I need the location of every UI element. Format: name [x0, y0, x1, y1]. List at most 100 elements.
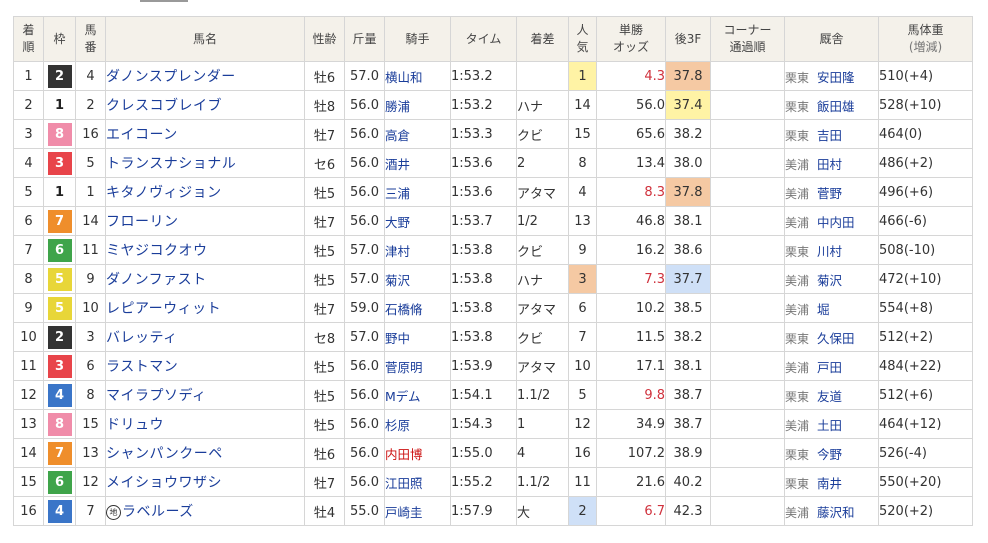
trainer-link[interactable]: 飯田雄 — [817, 99, 855, 114]
header-trainer[interactable]: 厩舎 — [784, 16, 879, 62]
trainer-link[interactable]: 吉田 — [817, 128, 842, 143]
cell-corner — [710, 351, 785, 381]
trainer-link[interactable]: 菅野 — [817, 186, 842, 201]
cell-corner — [710, 496, 785, 526]
cell-sexage: 牡5 — [304, 235, 345, 265]
jockey-link[interactable]: 酒井 — [385, 157, 410, 172]
trainer-link[interactable]: 中内田 — [817, 215, 855, 230]
cell-margin: クビ — [516, 119, 569, 149]
trainer-link[interactable]: 菊沢 — [817, 273, 842, 288]
waku-badge: 2 — [47, 64, 72, 88]
jockey-link[interactable]: 横山和 — [385, 70, 423, 85]
cell-corner — [710, 293, 785, 323]
cell-jockey: 勝浦 — [384, 90, 451, 120]
header-umaban[interactable]: 馬番 — [75, 16, 106, 62]
jockey-link[interactable]: Mデム — [385, 389, 421, 404]
horse-name-link[interactable]: ダノンファスト — [106, 272, 207, 288]
jockey-link[interactable]: 戸崎圭 — [385, 505, 423, 520]
header-sexage[interactable]: 性齢 — [304, 16, 345, 62]
cell-horse: レピアーウィット — [105, 293, 305, 323]
trainer-link[interactable]: 土田 — [817, 418, 842, 433]
jockey-link[interactable]: 津村 — [385, 244, 410, 259]
cell-waku: 2 — [43, 322, 76, 352]
header-bodyweight-sub: (増減) — [908, 40, 943, 54]
cell-horse: シャンパンクーペ — [105, 438, 305, 468]
cell-popularity: 5 — [568, 380, 597, 410]
trainer-link[interactable]: 今野 — [817, 447, 842, 462]
jockey-link[interactable]: 江田照 — [385, 476, 423, 491]
cell-odds: 107.2 — [596, 438, 666, 468]
header-popularity[interactable]: 人気 — [568, 16, 597, 62]
cell-time: 1:54.1 — [450, 380, 517, 410]
trainer-link[interactable]: 戸田 — [817, 360, 842, 375]
cell-bodyweight: 526(-4) — [878, 438, 973, 468]
cell-umaban: 8 — [75, 380, 106, 410]
cell-weight: 56.0 — [344, 438, 385, 468]
horse-name-link[interactable]: キタノヴィジョン — [106, 185, 222, 201]
jockey-link[interactable]: 菊沢 — [385, 273, 410, 288]
trainer-link[interactable]: 川村 — [817, 244, 842, 259]
header-horse[interactable]: 馬名 — [105, 16, 305, 62]
cell-bodyweight: 508(-10) — [878, 235, 973, 265]
jockey-link[interactable]: 内田博 — [385, 447, 423, 462]
cell-umaban: 15 — [75, 409, 106, 439]
header-weight[interactable]: 斤量 — [344, 16, 385, 62]
horse-name-link[interactable]: ラストマン — [106, 359, 178, 375]
cell-odds: 34.9 — [596, 409, 666, 439]
horse-name-link[interactable]: バレッティ — [106, 330, 178, 346]
header-odds[interactable]: 単勝 オッズ — [596, 16, 666, 62]
header-rank[interactable]: 着順 — [13, 16, 44, 62]
waku-badge: 1 — [47, 180, 72, 204]
horse-name-link[interactable]: ダノンスプレンダー — [106, 69, 236, 85]
cell-odds: 11.5 — [596, 322, 666, 352]
horse-name-link[interactable]: ラベルーズ — [122, 504, 194, 520]
header-corner[interactable]: コーナー 通過順 — [710, 16, 785, 62]
jockey-link[interactable]: 勝浦 — [385, 99, 410, 114]
cell-rank: 2 — [13, 90, 44, 120]
trainer-link[interactable]: 藤沢和 — [817, 505, 855, 520]
cell-weight: 57.0 — [344, 235, 385, 265]
cell-trainer: 美浦 菊沢 — [784, 264, 879, 294]
horse-name-link[interactable]: クレスコブレイブ — [106, 98, 222, 114]
horse-name-link[interactable]: フローリン — [106, 214, 179, 230]
trainer-link[interactable]: 久保田 — [817, 331, 855, 346]
horse-name-link[interactable]: トランスナショナル — [106, 156, 236, 172]
waku-badge: 5 — [47, 296, 72, 320]
horse-name-link[interactable]: メイショウワザシ — [106, 475, 222, 491]
trainer-link[interactable]: 堀 — [817, 302, 830, 317]
trainer-link[interactable]: 田村 — [817, 157, 842, 172]
header-jockey[interactable]: 騎手 — [384, 16, 451, 62]
horse-name-link[interactable]: シャンパンクーペ — [106, 446, 223, 462]
header-time[interactable]: タイム — [450, 16, 517, 62]
cell-margin: クビ — [516, 322, 569, 352]
jockey-link[interactable]: 杉原 — [385, 418, 410, 433]
cell-margin: 1 — [516, 409, 569, 439]
header-margin[interactable]: 着差 — [516, 16, 569, 62]
trainer-link[interactable]: 安田隆 — [817, 70, 855, 85]
cell-sexage: セ6 — [304, 148, 345, 178]
horse-name-link[interactable]: マイラプソディ — [106, 388, 207, 404]
horse-name-link[interactable]: ミヤジコクオウ — [106, 243, 208, 259]
horse-name-link[interactable]: エイコーン — [106, 127, 178, 143]
jockey-link[interactable]: 石橋脩 — [385, 302, 423, 317]
header-waku[interactable]: 枠 — [43, 16, 76, 62]
cell-jockey: 内田博 — [384, 438, 451, 468]
header-last3f[interactable]: 後3F — [665, 16, 711, 62]
cell-waku: 8 — [43, 409, 76, 439]
jockey-link[interactable]: 高倉 — [385, 128, 410, 143]
header-bodyweight[interactable]: 馬体重 (増減) — [878, 16, 973, 62]
jockey-link[interactable]: 菅原明 — [385, 360, 423, 375]
cell-weight: 56.0 — [344, 148, 385, 178]
table-row: 3 8 16 エイコーン 牡7 56.0 高倉 1:53.3 クビ 15 65.6 38.2 栗東 吉田 4… — [13, 119, 973, 149]
jockey-link[interactable]: 大野 — [385, 215, 410, 230]
horse-name-link[interactable]: ドリュウ — [106, 417, 164, 433]
cell-umaban: 11 — [75, 235, 106, 265]
trainer-link[interactable]: 友道 — [817, 389, 842, 404]
horse-name-link[interactable]: レピアーウィット — [106, 301, 221, 317]
trainer-link[interactable]: 南井 — [817, 476, 842, 491]
cell-sexage: 牡7 — [304, 119, 345, 149]
cell-popularity: 2 — [568, 496, 597, 526]
jockey-link[interactable]: 三浦 — [385, 186, 410, 201]
jockey-link[interactable]: 野中 — [385, 331, 410, 346]
cell-time: 1:55.0 — [450, 438, 517, 468]
